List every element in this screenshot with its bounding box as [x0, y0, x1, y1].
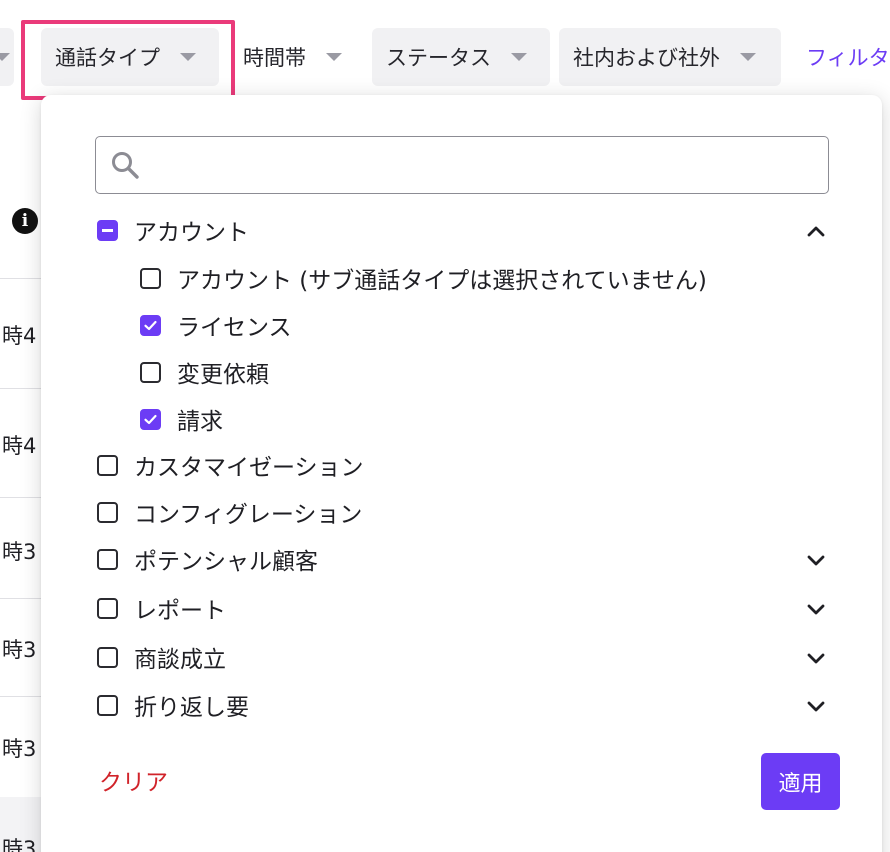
filter-chip-label: 時間帯 [243, 46, 306, 70]
chevron-down-icon[interactable] [804, 548, 828, 572]
option-label: アカウント (サブ通話タイプは選択されていません) [177, 268, 707, 294]
table-cell: 時4 [2, 324, 37, 348]
apply-button[interactable]: 適用 [761, 753, 840, 810]
filter-chip-label: ステータス [386, 46, 491, 70]
option-deal-closed[interactable]: 商談成立 [97, 640, 226, 674]
info-icon[interactable]: i [12, 208, 38, 234]
checkbox[interactable] [140, 267, 161, 289]
option-label: 変更依頼 [177, 362, 269, 388]
search-box [95, 136, 829, 194]
filter-chip-internal-external[interactable]: 社内および社外 [559, 28, 781, 86]
filter-bar: 通話タイプ 時間帯 ステータス 社内および社外 フィルタ [0, 28, 890, 86]
option-customization[interactable]: カスタマイゼーション [97, 448, 364, 482]
caret-down-icon [0, 53, 10, 61]
option-change-request[interactable]: 変更依頼 [140, 355, 269, 389]
option-label: ライセンス [177, 315, 292, 341]
option-label: 商談成立 [134, 647, 226, 673]
filter-chip-time-of-day[interactable]: 時間帯 [229, 28, 363, 86]
filter-chip-status[interactable]: ステータス [372, 28, 550, 86]
option-account-group[interactable]: アカウント [97, 213, 249, 247]
checkbox-checked[interactable] [140, 314, 161, 336]
chevron-up-icon[interactable] [804, 219, 828, 243]
option-label: アカウント [134, 220, 249, 246]
option-label: カスタマイゼーション [134, 455, 364, 481]
chevron-down-icon[interactable] [804, 694, 828, 718]
table-cell: 時3 [2, 837, 37, 852]
chevron-down-icon[interactable] [804, 597, 828, 621]
table-cell: 時3 [2, 737, 37, 761]
checkbox[interactable] [97, 694, 118, 716]
check-icon [144, 414, 157, 424]
checkbox[interactable] [97, 501, 118, 523]
option-billing[interactable]: 請求 [140, 402, 223, 436]
clear-button[interactable]: クリア [99, 763, 168, 797]
option-callback-required[interactable]: 折り返し要 [97, 688, 249, 722]
checkbox[interactable] [97, 454, 118, 476]
option-label: ポテンシャル顧客 [134, 549, 318, 575]
filter-chip-call-type[interactable]: 通話タイプ [41, 28, 219, 86]
caret-down-icon [740, 53, 756, 61]
option-configuration[interactable]: コンフィグレーション [97, 495, 362, 529]
search-input[interactable] [154, 145, 814, 185]
checkbox[interactable] [97, 597, 118, 619]
caret-down-icon [511, 53, 527, 61]
filter-chip-previous[interactable] [0, 28, 14, 86]
filter-link[interactable]: フィルタ [806, 28, 890, 86]
check-icon [144, 320, 157, 330]
checkbox-partial[interactable] [97, 219, 118, 241]
option-account-none[interactable]: アカウント (サブ通話タイプは選択されていません) [140, 261, 707, 295]
call-type-dropdown: アカウント アカウント (サブ通話タイプは選択されていません) ライセンス 変更… [41, 95, 882, 852]
caret-down-icon [326, 53, 342, 61]
option-label: 折り返し要 [134, 695, 249, 721]
chevron-down-icon[interactable] [804, 646, 828, 670]
option-label: レポート [134, 598, 226, 624]
table-cell: 時3 [2, 540, 37, 564]
search-icon [112, 152, 139, 179]
checkbox[interactable] [140, 361, 161, 383]
filter-chip-label: 通話タイプ [55, 46, 160, 70]
option-label: コンフィグレーション [134, 502, 363, 528]
filter-chip-label: 社内および社外 [573, 46, 720, 70]
checkbox[interactable] [97, 548, 118, 570]
option-label: 請求 [177, 409, 223, 435]
option-report[interactable]: レポート [97, 591, 226, 625]
table-cell: 時4 [2, 434, 37, 458]
checkbox-checked[interactable] [140, 408, 161, 430]
dash-icon [102, 228, 113, 232]
table-cell: 時3 [2, 638, 37, 662]
option-potential-customer[interactable]: ポテンシャル顧客 [97, 542, 318, 576]
option-license[interactable]: ライセンス [140, 308, 292, 342]
checkbox[interactable] [97, 646, 118, 668]
caret-down-icon [180, 53, 196, 61]
